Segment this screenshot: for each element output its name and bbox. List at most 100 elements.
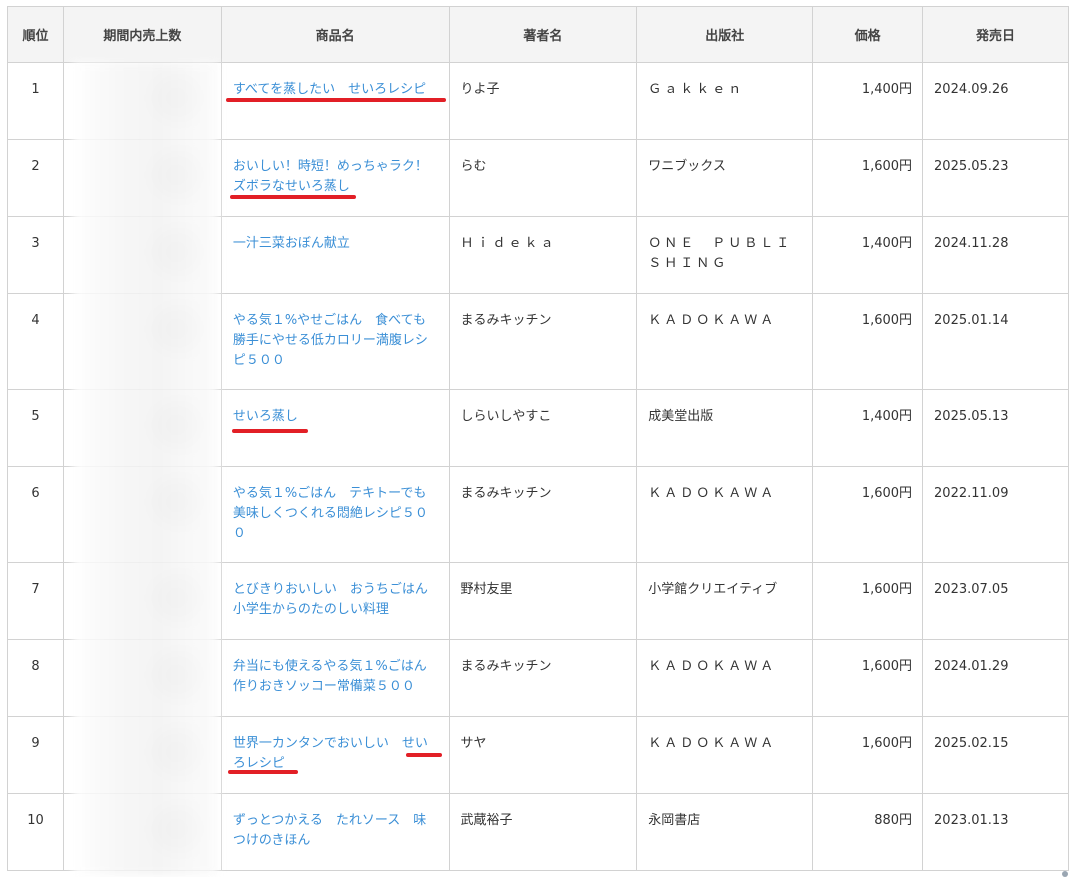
table-row: 8 弁当にも使えるやる気１%ごはん作りおきソッコー常備菜５００ まるみキッチン … — [7, 639, 1069, 717]
author-cell: らむ — [448, 139, 638, 217]
redacted-value — [142, 67, 207, 129]
table-row: 3 一汁三菜おぼん献立 Ｈｉｄｅｋａ ＯＮＥ ＰＵＢＬＩＳＨＩＮＧ 1,400円… — [7, 216, 1069, 294]
publisher-cell: ＫＡＤＯＫＡＷＡ — [636, 293, 814, 390]
date-cell: 2022.11.09 — [922, 466, 1069, 563]
redacted-value — [142, 144, 207, 206]
sales-cell-redacted — [62, 389, 222, 467]
date-cell: 2023.07.05 — [922, 562, 1069, 640]
product-link[interactable]: 一汁三菜おぼん献立 — [233, 236, 350, 251]
date-cell: 2023.01.13 — [922, 793, 1069, 871]
author-cell: 武蔵裕子 — [448, 793, 638, 871]
header-sales[interactable]: 期間内売上数 — [62, 6, 222, 63]
rank-cell: 9 — [7, 716, 64, 794]
highlight-underline — [406, 753, 442, 757]
product-link[interactable]: やる気１%ごはん テキトーでも美味しくつくれる悶絶レシピ５００ — [233, 486, 428, 541]
table-row: 4 やる気１%やせごはん 食べても勝手にやせる低カロリー満腹レシピ５００ まるみ… — [7, 293, 1069, 390]
product-link[interactable]: とびきりおいしい おうちごはん小学生からのたのしい料理 — [233, 582, 428, 617]
publisher-cell: 成美堂出版 — [636, 389, 814, 467]
date-cell: 2025.01.14 — [922, 293, 1069, 390]
table-row: 6 やる気１%ごはん テキトーでも美味しくつくれる悶絶レシピ５００ まるみキッチ… — [7, 466, 1069, 563]
rank-cell: 4 — [7, 293, 64, 390]
author-cell: Ｈｉｄｅｋａ — [448, 216, 638, 294]
title-cell: おいしい！時短！めっちゃラク！ズボラなせいろ蒸し — [220, 139, 450, 217]
header-row: 順位 期間内売上数 商品名 著者名 出版社 価格 発売日 — [7, 6, 1069, 63]
header-price[interactable]: 価格 — [812, 6, 924, 63]
title-cell: とびきりおいしい おうちごはん小学生からのたのしい料理 — [220, 562, 450, 640]
author-cell: まるみキッチン — [448, 293, 638, 390]
product-link[interactable]: ずっとつかえる たれソース 味つけのきほん — [233, 813, 426, 848]
sales-cell-redacted — [62, 562, 222, 640]
date-cell: 2025.05.13 — [922, 389, 1069, 467]
title-cell: やる気１%ごはん テキトーでも美味しくつくれる悶絶レシピ５００ — [220, 466, 450, 563]
publisher-cell: ＫＡＤＯＫＡＷＡ — [636, 639, 814, 717]
title-cell: ずっとつかえる たれソース 味つけのきほん — [220, 793, 450, 871]
sales-cell-redacted — [62, 716, 222, 794]
publisher-cell: ワニブックス — [636, 139, 814, 217]
rank-cell: 7 — [7, 562, 64, 640]
product-link[interactable]: すべてを蒸したい せいろレシピ — [233, 82, 426, 97]
title-cell: せいろ蒸し — [220, 389, 450, 467]
author-cell: サヤ — [448, 716, 638, 794]
price-cell: 1,400円 — [812, 62, 924, 140]
date-cell: 2025.05.23 — [922, 139, 1069, 217]
product-link[interactable]: おいしい！時短！めっちゃラク！ズボラなせいろ蒸し — [233, 159, 428, 194]
date-cell: 2025.02.15 — [922, 716, 1069, 794]
table-row: 1 すべてを蒸したい せいろレシピ りよ子 Ｇａｋｋｅｎ 1,400円 2024… — [7, 62, 1069, 140]
date-cell: 2024.11.28 — [922, 216, 1069, 294]
title-cell: やる気１%やせごはん 食べても勝手にやせる低カロリー満腹レシピ５００ — [220, 293, 450, 390]
redacted-value — [142, 298, 207, 360]
redacted-value — [142, 221, 207, 283]
publisher-cell: 永岡書店 — [636, 793, 814, 871]
redacted-value — [142, 798, 207, 860]
table-row: 10 ずっとつかえる たれソース 味つけのきほん 武蔵裕子 永岡書店 880円 … — [7, 793, 1069, 871]
product-link[interactable]: やる気１%やせごはん 食べても勝手にやせる低カロリー満腹レシピ５００ — [233, 313, 428, 368]
product-link[interactable]: 世界一カンタンでおいしい せいろレシピ — [233, 736, 428, 771]
publisher-cell: ＯＮＥ ＰＵＢＬＩＳＨＩＮＧ — [636, 216, 814, 294]
redacted-value — [142, 394, 207, 456]
table-row: 5 せいろ蒸し しらいしやすこ 成美堂出版 1,400円 2025.05.13 — [7, 389, 1069, 467]
publisher-cell: 小学館クリエイティブ — [636, 562, 814, 640]
rank-cell: 8 — [7, 639, 64, 717]
date-cell: 2024.01.29 — [922, 639, 1069, 717]
sales-cell-redacted — [62, 793, 222, 871]
redacted-value — [142, 721, 207, 783]
table-row: 7 とびきりおいしい おうちごはん小学生からのたのしい料理 野村友里 小学館クリ… — [7, 562, 1069, 640]
title-cell: 弁当にも使えるやる気１%ごはん作りおきソッコー常備菜５００ — [220, 639, 450, 717]
sales-cell-redacted — [62, 466, 222, 563]
row-marker-dot — [1062, 871, 1068, 877]
header-author[interactable]: 著者名 — [448, 6, 638, 63]
publisher-cell: ＫＡＤＯＫＡＷＡ — [636, 716, 814, 794]
rank-cell: 1 — [7, 62, 64, 140]
header-rank[interactable]: 順位 — [7, 6, 64, 63]
highlight-underline — [232, 429, 308, 433]
redacted-value — [142, 567, 207, 629]
rank-cell: 3 — [7, 216, 64, 294]
author-cell: しらいしやすこ — [448, 389, 638, 467]
price-cell: 1,600円 — [812, 562, 924, 640]
price-cell: 1,600円 — [812, 716, 924, 794]
highlight-underline — [230, 195, 356, 199]
sales-cell-redacted — [62, 139, 222, 217]
price-cell: 1,600円 — [812, 293, 924, 390]
sales-cell-redacted — [62, 639, 222, 717]
price-cell: 1,600円 — [812, 466, 924, 563]
header-title[interactable]: 商品名 — [220, 6, 450, 63]
price-cell: 1,400円 — [812, 389, 924, 467]
redacted-value — [142, 644, 207, 706]
author-cell: りよ子 — [448, 62, 638, 140]
rank-cell: 5 — [7, 389, 64, 467]
rank-cell: 10 — [7, 793, 64, 871]
sales-cell-redacted — [62, 216, 222, 294]
title-cell: 一汁三菜おぼん献立 — [220, 216, 450, 294]
header-publisher[interactable]: 出版社 — [636, 6, 814, 63]
redacted-value — [142, 471, 207, 533]
price-cell: 880円 — [812, 793, 924, 871]
author-cell: まるみキッチン — [448, 639, 638, 717]
table-row: 9 世界一カンタンでおいしい せいろレシピ サヤ ＫＡＤＯＫＡＷＡ 1,600円… — [7, 716, 1069, 794]
product-link[interactable]: せいろ蒸し — [233, 409, 298, 424]
header-date[interactable]: 発売日 — [922, 6, 1069, 63]
product-link[interactable]: 弁当にも使えるやる気１%ごはん作りおきソッコー常備菜５００ — [233, 659, 427, 694]
price-cell: 1,600円 — [812, 639, 924, 717]
author-cell: まるみキッチン — [448, 466, 638, 563]
date-cell: 2024.09.26 — [922, 62, 1069, 140]
